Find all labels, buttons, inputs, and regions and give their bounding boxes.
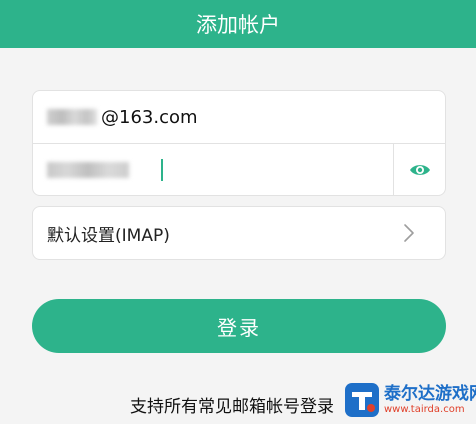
imap-setting-row[interactable]: 默认设置(IMAP) (33, 207, 445, 259)
site-watermark: 泰尔达游戏网 www.tairda.com (344, 378, 476, 422)
login-button[interactable]: 登录 (32, 299, 446, 353)
app-header: 添加帐户 (0, 0, 476, 48)
page-title: 添加帐户 (196, 13, 280, 37)
watermark-logo-icon (345, 383, 379, 417)
watermark-name: 泰尔达游戏网 (384, 384, 476, 405)
supported-accounts-note: 支持所有常见邮箱帐号登录 (130, 397, 334, 417)
show-password-button[interactable] (394, 144, 446, 196)
text-cursor (161, 159, 163, 181)
password-value-blurred (47, 161, 129, 178)
email-username-blurred (47, 109, 97, 125)
settings-card[interactable]: 默认设置(IMAP) (32, 206, 446, 260)
watermark-url: www.tairda.com (384, 403, 465, 415)
email-field[interactable]: @163.com (33, 91, 445, 143)
eye-icon (410, 165, 430, 175)
protocol-label: 默认设置(IMAP) (47, 225, 170, 246)
email-domain: @163.com (101, 106, 198, 128)
login-card: @163.com (32, 90, 446, 196)
chevron-right-icon (399, 223, 419, 243)
password-field[interactable] (33, 143, 446, 196)
login-button-label: 登录 (217, 315, 261, 340)
